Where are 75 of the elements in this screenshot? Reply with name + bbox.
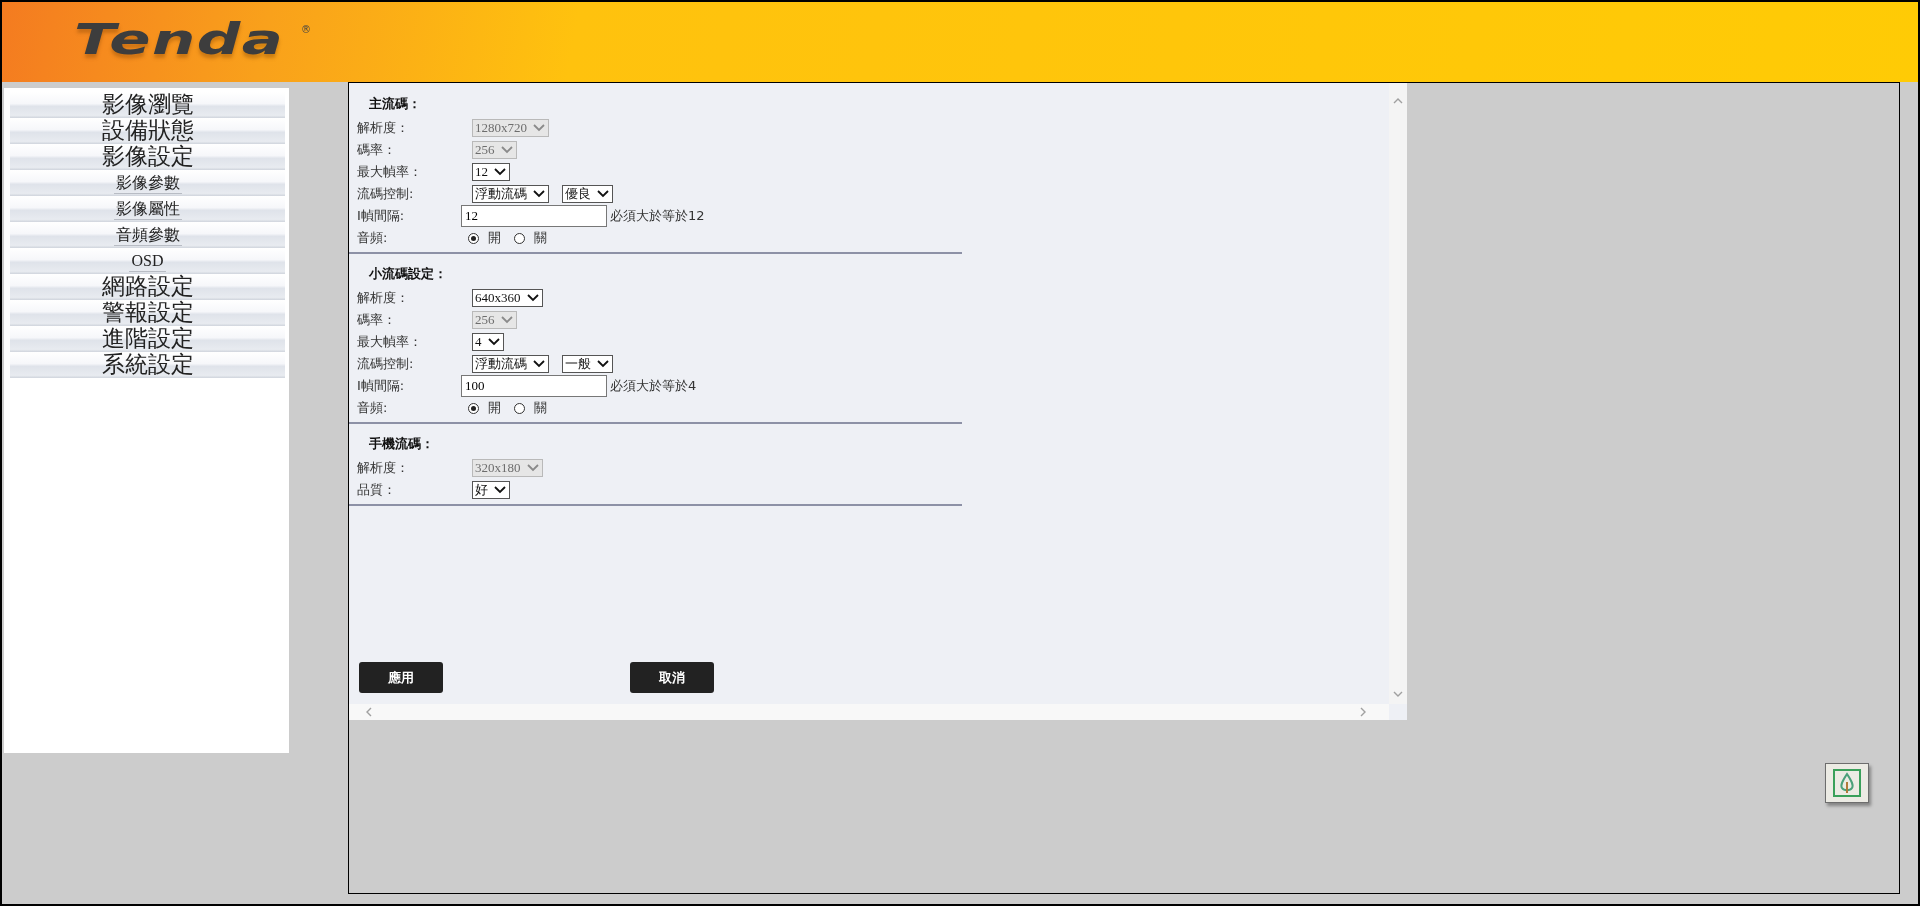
sidebar-item[interactable]: 網路設定 xyxy=(10,274,285,300)
logo-mark: ® xyxy=(301,24,312,35)
input-field[interactable]: 100 xyxy=(461,375,607,397)
hint-text: 必須大於等於4 xyxy=(610,377,697,395)
sidebar-item-label: 設備狀態 xyxy=(101,118,194,144)
chevron-down-icon xyxy=(500,146,513,154)
chevron-down-icon xyxy=(533,190,545,198)
section-title: 主流碼： xyxy=(369,95,422,113)
dropdown[interactable]: 浮動流碼 xyxy=(472,185,549,203)
field-label: 品質： xyxy=(357,481,397,499)
tree-icon xyxy=(1832,768,1862,798)
field-label: 最大幀率： xyxy=(357,163,423,181)
sidebar-item[interactable]: 影像瀏覽 xyxy=(10,92,285,118)
horizontal-scrollbar[interactable] xyxy=(349,704,1389,720)
radio-label: 開 xyxy=(488,229,501,247)
sidebar-item[interactable]: 影像設定 xyxy=(10,144,285,170)
dropdown[interactable]: 浮動流碼 xyxy=(472,355,549,373)
chevron-down-icon xyxy=(533,124,545,132)
sidebar-subitem-label: 音頻參數 xyxy=(113,224,182,246)
apply-button[interactable]: 應用 xyxy=(359,662,443,693)
dropdown[interactable]: 一般 xyxy=(562,355,613,373)
radio-button[interactable] xyxy=(514,402,525,414)
dropdown[interactable]: 好 xyxy=(472,481,510,499)
chevron-down-icon xyxy=(494,168,506,176)
sidebar-subitem-label: 影像屬性 xyxy=(113,198,182,220)
chevron-down-icon xyxy=(597,190,609,198)
chevron-down-icon xyxy=(533,360,545,368)
sidebar-subitem-label: 影像參數 xyxy=(113,172,182,194)
radio-label: 關 xyxy=(534,399,547,417)
chevron-down-icon xyxy=(526,294,539,302)
radio-button[interactable] xyxy=(468,232,479,244)
dropdown[interactable]: 640x360 xyxy=(472,289,543,307)
sidebar-item-label: 影像設定 xyxy=(101,144,194,170)
sidebar-item[interactable]: 進階設定 xyxy=(10,326,285,352)
field-label: 碼率： xyxy=(357,141,397,159)
field-label: I幀間隔: xyxy=(357,207,406,225)
field-label: 流碼控制: xyxy=(357,185,415,203)
radio-button[interactable] xyxy=(468,402,479,414)
tree-icon-button[interactable] xyxy=(1825,763,1869,803)
input-field[interactable]: 12 xyxy=(461,205,607,227)
radio-label: 關 xyxy=(534,229,547,247)
sidebar-item[interactable]: 警報設定 xyxy=(10,300,285,326)
sidebar-item-label: 系統設定 xyxy=(101,352,194,378)
sidebar-item-label: 警報設定 xyxy=(101,300,194,326)
chevron-down-icon xyxy=(597,360,609,368)
field-label: 碼率： xyxy=(357,311,397,329)
field-label: 解析度： xyxy=(357,119,410,137)
dropdown[interactable]: 12 xyxy=(472,163,510,181)
sidebar-item[interactable]: 設備狀態 xyxy=(10,118,285,144)
sidebar-subitem-label: OSD xyxy=(129,250,166,272)
section-title: 手機流碼： xyxy=(369,435,435,453)
vertical-scrollbar[interactable] xyxy=(1389,83,1407,704)
radio-button[interactable] xyxy=(514,232,525,244)
section-title: 小流碼設定： xyxy=(369,265,448,283)
sidebar-item[interactable]: 系統設定 xyxy=(10,352,285,378)
logo: Tenda xyxy=(74,16,285,64)
chevron-down-icon xyxy=(487,338,500,346)
chevron-down-icon xyxy=(494,486,506,494)
sidebar-item-label: 影像瀏覽 xyxy=(101,92,194,118)
cancel-button[interactable]: 取消 xyxy=(630,662,714,693)
chevron-down-icon xyxy=(500,316,513,324)
dropdown[interactable]: 4 xyxy=(472,333,504,351)
field-label: I幀間隔: xyxy=(357,377,406,395)
chevron-down-icon xyxy=(526,464,539,472)
field-label: 最大幀率： xyxy=(357,333,423,351)
sidebar-item-label: 網路設定 xyxy=(101,274,194,300)
sidebar-item-label: 進階設定 xyxy=(101,326,194,352)
field-label: 音頻: xyxy=(357,229,389,247)
field-label: 音頻: xyxy=(357,399,389,417)
radio-label: 開 xyxy=(488,399,501,417)
hint-text: 必須大於等於12 xyxy=(610,207,705,225)
dropdown[interactable]: 優良 xyxy=(562,185,613,203)
field-label: 解析度： xyxy=(357,459,410,477)
field-label: 流碼控制: xyxy=(357,355,415,373)
field-label: 解析度： xyxy=(357,289,410,307)
